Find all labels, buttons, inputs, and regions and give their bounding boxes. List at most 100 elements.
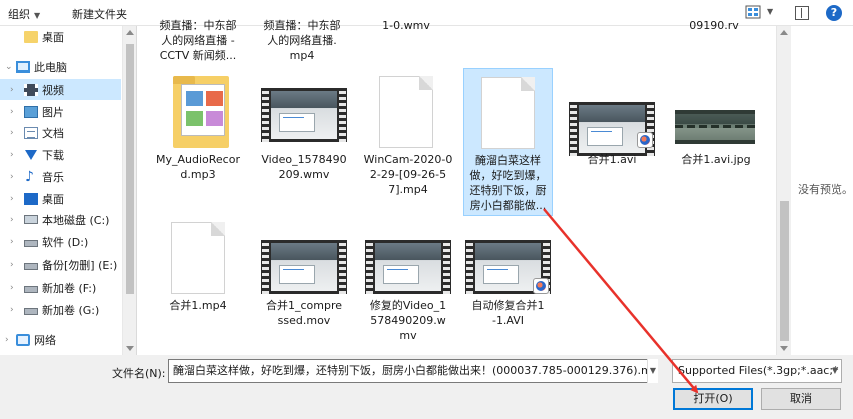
file-caption: 合并1_compressed.mov <box>265 299 343 327</box>
drive-icon <box>24 239 38 247</box>
blank-file-icon <box>379 76 433 148</box>
nav-item-desktop[interactable]: › 桌面 <box>0 188 121 209</box>
scrollbar-thumb[interactable] <box>780 201 789 341</box>
nav-item-label: 桌面 <box>42 30 64 44</box>
chevron-right-icon[interactable]: › <box>10 215 14 225</box>
scrollbar-thumb[interactable] <box>126 44 134 294</box>
music-icon: ♪ <box>25 168 34 185</box>
file-item-image[interactable]: 合并1.avi.jpg <box>671 72 761 182</box>
file-item-video[interactable]: 合并1.avi <box>567 72 657 182</box>
nav-item-drive-g[interactable]: › 新加卷 (G:) <box>0 299 121 320</box>
chevron-right-icon[interactable]: › <box>10 85 14 95</box>
file-item[interactable]: 1-0.wmv <box>363 18 449 34</box>
file-caption: 人的网络直播 - <box>161 34 235 47</box>
scroll-up-icon[interactable] <box>780 30 788 35</box>
view-options-chevron-icon[interactable]: ▼ <box>767 7 773 16</box>
nav-item-network[interactable]: › 网络 <box>0 329 121 350</box>
no-preview-text: 没有预览。 <box>798 183 853 196</box>
file-item-selected[interactable]: 醃溜白菜这样做，好吃到爆，还特别下饭，厨房小白都能做... <box>463 68 553 216</box>
image-thumbnail <box>675 110 755 144</box>
nav-item-desktop-quick[interactable]: 桌面 <box>0 26 121 47</box>
file-caption: CCTV 新闻频... <box>159 49 237 62</box>
nav-item-label: 本地磁盘 (C:) <box>42 213 110 227</box>
file-item-audio[interactable]: My_AudioRecord.mp3 <box>155 72 241 182</box>
file-item[interactable]: 频直播：中东部 人的网络直播. mp4 <box>259 18 345 62</box>
file-item-blank[interactable]: 合并1.mp4 <box>155 218 241 318</box>
chevron-right-icon[interactable]: › <box>10 150 14 160</box>
nav-item-this-pc[interactable]: ⌄ 此电脑 <box>0 56 121 77</box>
file-caption: mp4 <box>289 49 315 62</box>
file-item-video[interactable]: 自动修复合并1-1.AVI <box>463 218 553 328</box>
filename-label: 文件名(N): <box>112 367 166 380</box>
nav-item-drive-f[interactable]: › 新加卷 (F:) <box>0 277 121 298</box>
blank-file-icon <box>481 77 535 149</box>
file-item-video[interactable]: 合并1_compressed.mov <box>259 218 349 348</box>
preview-pane: 没有预览。 <box>791 26 853 355</box>
nav-item-drive-d[interactable]: › 软件 (D:) <box>0 231 121 252</box>
drive-icon <box>24 262 38 270</box>
scroll-down-icon[interactable] <box>126 346 134 351</box>
file-caption: 频直播：中东部 <box>159 19 237 32</box>
nav-item-music[interactable]: › ♪ 音乐 <box>0 166 121 187</box>
file-item-video[interactable]: 修复的Video_1578490209.wmv <box>363 218 453 348</box>
player-badge-icon <box>637 132 653 148</box>
pictures-icon <box>24 105 38 118</box>
chevron-right-icon[interactable]: › <box>10 237 14 247</box>
open-button[interactable]: 打开(O) <box>673 388 753 410</box>
nav-item-label: 下载 <box>42 148 64 162</box>
filetype-select[interactable]: Supported Files(*.3gp;*.aac;* <box>672 359 842 383</box>
file-item-blank[interactable]: WinCam-2020-02-29-[09-26-57].mp4 <box>363 72 453 202</box>
nav-scrollbar[interactable] <box>122 26 136 355</box>
navigation-pane: 桌面 ⌄ 此电脑 › 视频 › 图片 › 文档 › 下载 › ♪ 音乐 › 桌面… <box>0 26 122 355</box>
file-caption: 自动修复合并1-1.AVI <box>471 299 545 327</box>
chevron-right-icon[interactable]: › <box>10 260 14 270</box>
desktop-icon <box>24 192 38 205</box>
preview-pane-icon[interactable] <box>795 6 809 20</box>
scroll-up-icon[interactable] <box>126 30 134 35</box>
chevron-down-icon[interactable]: ⌄ <box>5 62 13 72</box>
file-caption: My_AudioRecord.mp3 <box>156 153 240 181</box>
nav-item-downloads[interactable]: › 下载 <box>0 144 121 165</box>
new-folder-button[interactable]: 新建文件夹 <box>72 6 127 22</box>
nav-item-pictures[interactable]: › 图片 <box>0 101 121 122</box>
chevron-right-icon[interactable]: › <box>10 194 14 204</box>
folder-icon <box>24 30 38 43</box>
computer-icon <box>16 60 30 73</box>
nav-item-videos[interactable]: › 视频 <box>0 79 121 100</box>
organize-menu[interactable]: 组织 ▼ <box>8 6 40 22</box>
organize-label: 组织 <box>8 8 30 21</box>
file-item[interactable]: 09190.rv <box>671 18 757 34</box>
filename-input[interactable]: 醃溜白菜这样做，好吃到爆，还特别下饭，厨房小白都能做出来！(000037.785… <box>168 359 658 383</box>
nav-item-label: 此电脑 <box>34 60 67 74</box>
scroll-down-icon[interactable] <box>780 346 788 351</box>
help-icon[interactable]: ? <box>826 5 842 21</box>
nav-item-drive-e[interactable]: › 备份[勿删] (E:) <box>0 254 121 275</box>
nav-item-label: 桌面 <box>42 192 64 206</box>
chevron-right-icon[interactable]: › <box>5 335 9 345</box>
file-caption: 09190.rv <box>689 19 739 32</box>
file-caption: 1-0.wmv <box>382 19 430 32</box>
file-item[interactable]: 频直播：中东部 人的网络直播 - CCTV 新闻频... <box>155 18 241 62</box>
chevron-right-icon[interactable]: › <box>10 172 14 182</box>
audio-folder-icon <box>173 76 229 148</box>
file-caption: 合并1.mp4 <box>169 299 227 312</box>
file-list: 频直播：中东部 人的网络直播 - CCTV 新闻频... 频直播：中东部 人的网… <box>136 19 776 355</box>
drive-icon <box>24 307 38 315</box>
chevron-right-icon[interactable]: › <box>10 128 14 138</box>
chevron-right-icon[interactable]: › <box>10 305 14 315</box>
chevron-down-icon[interactable]: ▼ <box>828 359 842 383</box>
chevron-right-icon[interactable]: › <box>10 283 14 293</box>
file-item-video[interactable]: Video_1578490209.wmv <box>259 72 349 182</box>
nav-item-label: 图片 <box>42 105 64 119</box>
chevron-right-icon[interactable]: › <box>10 107 14 117</box>
filename-history-chevron-icon[interactable]: ▼ <box>647 359 658 383</box>
chevron-down-icon: ▼ <box>34 11 41 20</box>
nav-item-drive-c[interactable]: › 本地磁盘 (C:) <box>0 209 121 230</box>
video-thumbnail <box>261 240 347 294</box>
nav-item-label: 文档 <box>42 126 64 140</box>
content-scrollbar[interactable] <box>776 26 791 355</box>
drive-icon <box>24 285 38 293</box>
cancel-button[interactable]: 取消 <box>761 388 841 410</box>
nav-item-label: 软件 (D:) <box>42 235 89 249</box>
nav-item-documents[interactable]: › 文档 <box>0 122 121 143</box>
